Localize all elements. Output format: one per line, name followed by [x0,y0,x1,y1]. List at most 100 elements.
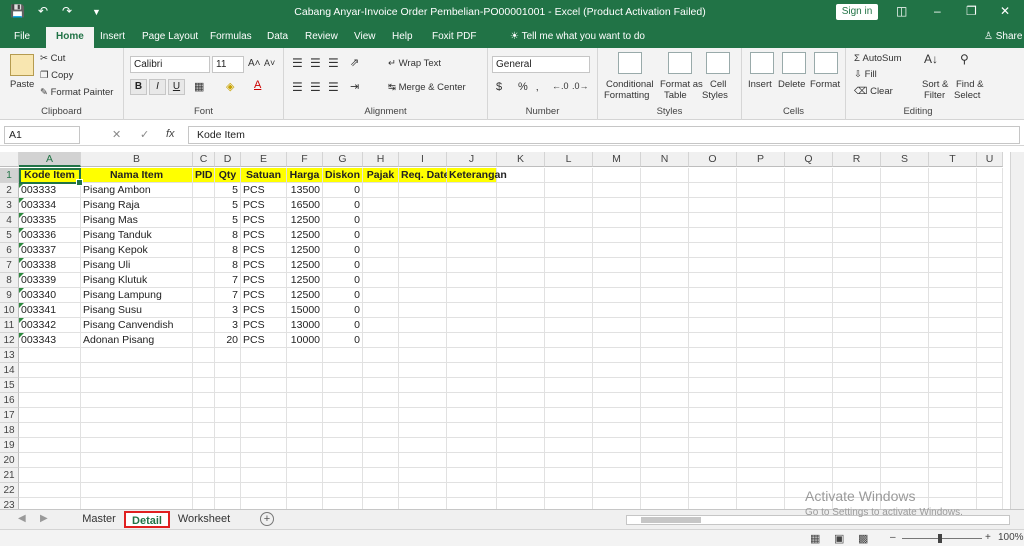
cell[interactable]: 003341 [19,303,81,318]
cell[interactable] [785,243,833,258]
cell[interactable] [287,393,323,408]
cell[interactable] [833,363,881,378]
cell[interactable] [737,198,785,213]
delete-cells-button[interactable]: Delete [778,79,805,90]
cell[interactable] [689,228,737,243]
sort-filter-button[interactable]: Sort & [922,79,948,90]
cell[interactable] [785,318,833,333]
cell[interactable] [977,243,1003,258]
cell[interactable]: 5 [215,198,241,213]
cell[interactable] [785,378,833,393]
cell[interactable] [241,378,287,393]
cell[interactable] [881,378,929,393]
cell[interactable] [881,408,929,423]
cell[interactable] [447,228,497,243]
column-header-j[interactable]: J [447,152,497,167]
cell[interactable] [785,258,833,273]
redo-icon[interactable]: ↷ [62,4,72,18]
cell[interactable] [399,273,447,288]
cell[interactable] [881,228,929,243]
cell[interactable] [193,483,215,498]
cell[interactable]: 003338 [19,258,81,273]
decrease-decimal-icon[interactable]: .0→ [572,81,589,91]
fill-color-icon[interactable]: ◈ [226,80,234,93]
cell[interactable] [785,453,833,468]
cell[interactable] [215,438,241,453]
cell[interactable] [241,348,287,363]
cell[interactable] [287,453,323,468]
cell[interactable] [785,288,833,303]
cell[interactable] [641,438,689,453]
cell[interactable] [545,408,593,423]
cell[interactable] [399,378,447,393]
cell[interactable] [593,168,641,183]
cell[interactable] [737,213,785,228]
cell[interactable] [737,423,785,438]
cell[interactable] [785,348,833,363]
cell[interactable] [929,438,977,453]
formula-input[interactable]: Kode Item [188,126,1020,144]
cell[interactable] [689,318,737,333]
cell[interactable] [193,393,215,408]
cell[interactable] [19,498,81,509]
cell[interactable] [447,243,497,258]
cell[interactable] [833,168,881,183]
orientation-icon[interactable]: ⇗ [350,56,359,69]
cell[interactable]: Pisang Canvendish [81,318,193,333]
cell[interactable]: Adonan Pisang [81,333,193,348]
tab-data[interactable]: Data [267,31,288,42]
cell[interactable] [363,468,399,483]
cell[interactable] [833,318,881,333]
column-header-c[interactable]: C [193,152,215,167]
row-header-22[interactable]: 22 [0,483,19,498]
cell[interactable] [977,228,1003,243]
header-cell[interactable]: Pajak [363,168,399,183]
cell[interactable] [785,303,833,318]
cell[interactable] [689,288,737,303]
cell[interactable] [593,423,641,438]
cell[interactable]: Pisang Klutuk [81,273,193,288]
cell[interactable] [833,213,881,228]
cell[interactable] [689,183,737,198]
find-select-button[interactable]: Find & [956,79,983,90]
column-header-u[interactable]: U [977,152,1003,167]
cell[interactable] [399,363,447,378]
cell[interactable] [689,423,737,438]
cell[interactable] [363,243,399,258]
cell[interactable]: PCS [241,303,287,318]
cell[interactable] [641,258,689,273]
cell[interactable] [689,258,737,273]
cell[interactable] [545,228,593,243]
cell[interactable] [215,393,241,408]
align-middle-icon[interactable]: ☰ [310,56,321,70]
cell[interactable] [215,408,241,423]
tab-foxit-pdf[interactable]: Foxit PDF [432,31,476,42]
cell[interactable]: 16500 [287,198,323,213]
cell[interactable] [593,198,641,213]
tab-help[interactable]: Help [392,31,413,42]
cell[interactable] [929,303,977,318]
row-header-12[interactable]: 12 [0,333,19,348]
cell[interactable] [977,423,1003,438]
zoom-slider[interactable] [902,538,982,539]
cell[interactable] [545,468,593,483]
column-header-h[interactable]: H [363,152,399,167]
row-header-20[interactable]: 20 [0,453,19,468]
cell[interactable] [399,468,447,483]
scroll-thumb[interactable] [641,517,701,523]
cell[interactable] [497,333,545,348]
format-painter-button[interactable]: ✎ Format Painter [40,87,113,98]
cell[interactable] [545,423,593,438]
cell[interactable] [785,423,833,438]
cell[interactable] [363,213,399,228]
column-header-d[interactable]: D [215,152,241,167]
row-header-4[interactable]: 4 [0,213,19,228]
cell[interactable] [881,363,929,378]
cell[interactable] [641,378,689,393]
cell[interactable] [545,363,593,378]
zoom-out-icon[interactable]: – [890,532,896,543]
cell[interactable] [399,303,447,318]
cell[interactable] [977,453,1003,468]
cell[interactable]: 0 [323,243,363,258]
cell[interactable] [593,363,641,378]
